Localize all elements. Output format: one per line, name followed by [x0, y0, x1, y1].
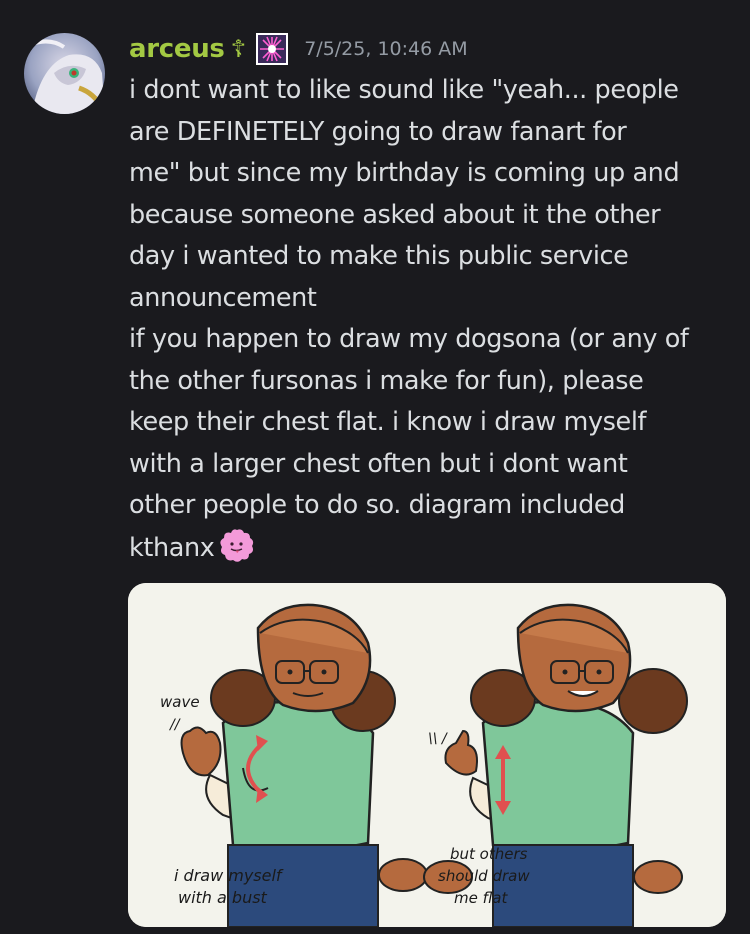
- message-line: with a larger chest often but i dont wan…: [129, 448, 628, 479]
- pink-blob-tongue-emoji[interactable]: [218, 527, 256, 565]
- message-line: if you happen to draw my dogsona (or any…: [129, 324, 689, 354]
- message-line-text: kthanx: [129, 532, 215, 563]
- message-line: me" but since my birthday is coming up a…: [129, 158, 680, 188]
- image-attachment[interactable]: wave // i draw myself with a bust \\ / b…: [128, 583, 726, 927]
- caption-left-line1: i draw myself: [174, 866, 284, 885]
- message-line: day i wanted to make this public service: [129, 241, 629, 271]
- caption-wave: wave: [160, 693, 200, 711]
- caption-thumb-marks: \\ /: [428, 731, 448, 747]
- chat-message: arceus ☦ 7/5/25, 10:46 AM i dont want to…: [0, 0, 750, 934]
- message-line: keep their chest flat. i know i draw mys…: [129, 407, 647, 437]
- message-line: are DEFINETELY going to draw fanart for: [129, 116, 627, 147]
- caption-right-line3: me flat: [454, 889, 508, 907]
- username[interactable]: arceus: [129, 34, 225, 64]
- message-line-last: kthanx: [129, 527, 739, 570]
- message-line: because someone asked about it the other: [129, 199, 661, 230]
- message-content: i dont want to like sound like "yeah... …: [129, 70, 739, 569]
- user-avatar[interactable]: [24, 33, 105, 114]
- message-line: other people to do so. diagram included: [129, 490, 625, 520]
- message-line: announcement: [129, 282, 317, 313]
- dogsona-diagram-illustration: wave // i draw myself with a bust \\ / b…: [128, 583, 726, 927]
- message-line: i dont want to like sound like "yeah... …: [129, 75, 679, 105]
- caption-left-line2: with a bust: [178, 888, 268, 907]
- message-line: the other fursonas i make for fun), plea…: [129, 365, 644, 396]
- role-cross-icon: ☦: [230, 35, 247, 63]
- message-timestamp: 7/5/25, 10:46 AM: [304, 38, 468, 60]
- message-header: arceus ☦ 7/5/25, 10:46 AM: [129, 30, 468, 68]
- caption-right-line1: but others: [450, 845, 528, 863]
- sparkle-badge-icon: [256, 33, 289, 65]
- caption-wave-marks: //: [168, 717, 181, 733]
- caption-right-line2: should draw: [438, 867, 530, 885]
